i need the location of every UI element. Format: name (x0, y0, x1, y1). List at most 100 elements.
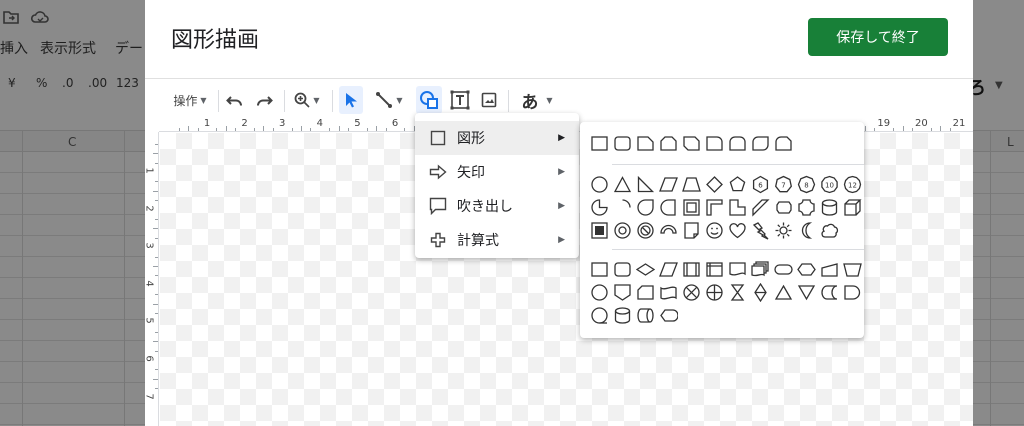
flow-manual-operation-icon (843, 263, 862, 277)
shape-block-arc[interactable] (657, 219, 680, 242)
line-tool[interactable]: ▼ (369, 86, 409, 114)
shape-plaque[interactable] (795, 196, 818, 219)
image-tool[interactable] (477, 86, 501, 114)
text-style-menu[interactable]: あ ▼ (515, 86, 559, 114)
shape-heptagon-7[interactable]: 7 (772, 173, 795, 196)
ruler-tick (153, 228, 158, 230)
shape-flow-connector[interactable] (588, 281, 611, 304)
shape-flow-decision[interactable] (634, 258, 657, 281)
shape-folded-corner[interactable] (680, 219, 703, 242)
save-and-close-button[interactable]: 保存して終了 (808, 18, 948, 56)
shape-round-single-corner[interactable] (703, 132, 726, 155)
sheet-menubar: 挿入 表示形式 デー (0, 36, 150, 60)
shape-ellipse[interactable] (588, 173, 611, 196)
shape-flow-sort[interactable] (749, 281, 772, 304)
shape-no-symbol[interactable] (634, 219, 657, 242)
shape-flow-preparation[interactable] (795, 258, 818, 281)
shape-cube[interactable] (841, 196, 864, 219)
shape-bevel[interactable] (588, 219, 611, 242)
shape-right-triangle[interactable] (634, 173, 657, 196)
select-tool[interactable] (339, 86, 363, 114)
shape-frame-half[interactable] (657, 196, 680, 219)
zoom-menu[interactable]: ▼ (290, 86, 324, 114)
shape-cloud[interactable] (818, 219, 841, 242)
ruler-tick (155, 369, 158, 371)
redo-button[interactable] (252, 86, 276, 114)
shape-chord[interactable] (772, 196, 795, 219)
shape-flow-stored-data[interactable] (818, 281, 841, 304)
shape-flow-summing-junction[interactable] (680, 281, 703, 304)
shape-trapezoid[interactable] (680, 173, 703, 196)
shape-flow-direct-access[interactable] (634, 304, 657, 327)
shape-rectangle[interactable] (588, 132, 611, 155)
shape-flow-predefined[interactable] (680, 258, 703, 281)
shape-sun[interactable] (772, 219, 795, 242)
shape-lightning[interactable] (749, 219, 772, 242)
shape-flow-process[interactable] (588, 258, 611, 281)
menu-item-equations[interactable]: 計算式 ▶ (415, 223, 579, 257)
shape-flow-magnetic-disk[interactable] (611, 304, 634, 327)
ruler-tick (155, 219, 158, 220)
shape-heart[interactable] (726, 219, 749, 242)
shape-flow-punched-tape[interactable] (657, 281, 680, 304)
shape-decagon-10[interactable]: 10 (818, 173, 841, 196)
shape-flow-offpage[interactable] (611, 281, 634, 304)
ruler-tick (153, 303, 158, 305)
menu-item-arrows[interactable]: 矢印 ▶ (415, 155, 579, 189)
undo-button[interactable] (223, 86, 247, 114)
shape-half-frame[interactable] (726, 196, 749, 219)
ruler-tick (404, 128, 406, 131)
decagon-10-icon: 10 (821, 175, 838, 194)
shape-flow-extract[interactable] (772, 281, 795, 304)
shape-round-diagonal[interactable] (749, 132, 772, 155)
shape-flow-display[interactable] (657, 304, 680, 327)
shape-tool[interactable] (416, 86, 442, 114)
shape-snip-single-corner[interactable] (634, 132, 657, 155)
shape-flow-internal-storage[interactable] (703, 258, 726, 281)
shape-flow-card[interactable] (634, 281, 657, 304)
shape-flow-manual-input[interactable] (818, 258, 841, 281)
shape-can[interactable] (818, 196, 841, 219)
shape-pentagon[interactable] (726, 173, 749, 196)
text-box-tool[interactable] (447, 86, 473, 114)
shape-flow-manual-operation[interactable] (841, 258, 864, 281)
square-icon (429, 129, 447, 147)
octagon-8-icon: 8 (797, 175, 816, 194)
shape-octagon-8[interactable]: 8 (795, 173, 818, 196)
shape-flow-data[interactable] (657, 258, 680, 281)
shape-flow-alternate[interactable] (611, 258, 634, 281)
shape-pie[interactable] (588, 196, 611, 219)
shape-flow-sequential-access[interactable] (588, 304, 611, 327)
shape-round-same-side[interactable] (726, 132, 749, 155)
shape-diamond[interactable] (703, 173, 726, 196)
shape-frame[interactable] (680, 196, 703, 219)
menu-item-callouts[interactable]: 吹き出し ▶ (415, 189, 579, 223)
actions-menu[interactable]: 操作 ▼ (169, 86, 211, 114)
lightning-icon (752, 222, 769, 240)
shape-snip-diagonal[interactable] (680, 132, 703, 155)
shape-triangle[interactable] (611, 173, 634, 196)
shape-teardrop[interactable] (634, 196, 657, 219)
shape-parallelogram[interactable] (657, 173, 680, 196)
menu-item-shapes[interactable]: 図形 ▶ (415, 121, 579, 155)
shape-flow-or[interactable] (703, 281, 726, 304)
shape-flow-merge[interactable] (795, 281, 818, 304)
shape-l-shape[interactable] (703, 196, 726, 219)
shape-dodecagon-12[interactable]: 12 (841, 173, 864, 196)
shape-smiley[interactable] (703, 219, 726, 242)
flow-merge-icon (797, 285, 816, 301)
shape-moon[interactable] (795, 219, 818, 242)
shape-flow-delay[interactable] (841, 281, 864, 304)
shape-flow-multidocument[interactable] (749, 258, 772, 281)
shape-arc[interactable] (611, 196, 634, 219)
shape-rounded-rectangle[interactable] (611, 132, 634, 155)
shape-flow-document[interactable] (726, 258, 749, 281)
shape-flow-collate[interactable] (726, 281, 749, 304)
shape-donut[interactable] (611, 219, 634, 242)
shape-flow-terminator[interactable] (772, 258, 795, 281)
shape-snip-same-side[interactable] (657, 132, 680, 155)
shape-diagonal-stripe[interactable] (749, 196, 772, 219)
shape-hexagon-6[interactable]: 6 (749, 173, 772, 196)
shape-snip-round[interactable] (772, 132, 795, 155)
decrease-decimal: .0 (62, 76, 74, 90)
